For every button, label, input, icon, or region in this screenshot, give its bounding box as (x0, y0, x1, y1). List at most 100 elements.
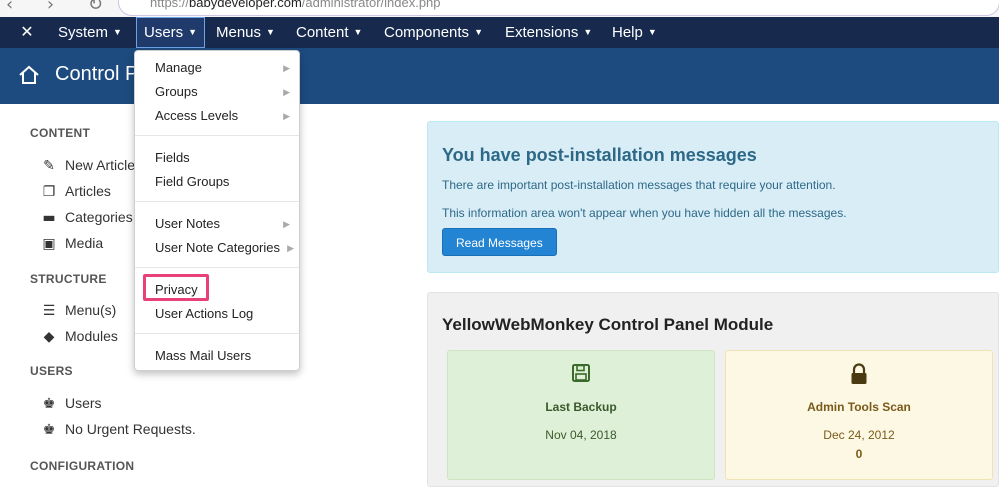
card-title: Admin Tools Scan (807, 400, 911, 414)
menu-item-label: User Note Categories (155, 240, 280, 255)
section-title-content: CONTENT (30, 126, 91, 140)
post-install-alert: You have post-installation messages Ther… (427, 121, 999, 273)
nav-menus[interactable]: Menus ▼ (216, 17, 275, 48)
sidebar-item-label: Articles (65, 183, 111, 199)
menu-divider (135, 267, 299, 268)
browser-nav-icons[interactable]: ‹ › ↻ (6, 0, 117, 15)
nav-extensions-label: Extensions (505, 24, 579, 41)
sidebar-item-label: Modules (65, 328, 118, 344)
users-dropdown-menu: Manage ▶ Groups ▶ Access Levels ▶ Fields… (134, 50, 300, 371)
read-messages-button[interactable]: Read Messages (442, 228, 557, 256)
browser-url-bar: ‹ › ↻ https://babydeveloper.com/administ… (0, 0, 999, 17)
caret-down-icon: ▼ (266, 27, 275, 37)
nav-users-label: Users (144, 24, 184, 41)
sidebar-item-modules[interactable]: ◆ Modules (40, 328, 118, 345)
menu-item-label: Access Levels (155, 108, 239, 123)
control-panel-module: YellowWebMonkey Control Panel Module Las… (427, 292, 999, 487)
menu-item-label: Fields (155, 150, 190, 165)
sidebar-item-media[interactable]: ▣ Media (40, 235, 103, 252)
sidebar-item-privacy-requests[interactable]: ♚ No Urgent Requests. (40, 421, 196, 438)
card-value: Dec 24, 2012 (823, 428, 895, 442)
menu-item-privacy[interactable]: Privacy (155, 282, 198, 297)
sidebar-item-label: New Article (65, 157, 136, 173)
menu-item-label: Manage (155, 60, 202, 75)
pencil-icon: ✎ (43, 158, 55, 174)
section-title-users: USERS (30, 364, 73, 378)
nav-components[interactable]: Components ▼ (384, 17, 483, 48)
menu-item-label: Field Groups (155, 174, 230, 189)
nav-content-label: Content (296, 24, 349, 41)
alert-line-1: There are important post-installation me… (442, 178, 836, 192)
alert-line-2: This information area won't appear when … (442, 206, 847, 220)
caret-down-icon: ▼ (188, 27, 198, 37)
url-path: /administrator/index.php (301, 0, 441, 10)
module-title: YellowWebMonkey Control Panel Module (442, 315, 774, 334)
lock-icon (726, 363, 992, 385)
menu-divider (135, 333, 299, 334)
copy-icon: ❐ (42, 184, 56, 200)
nav-help[interactable]: Help ▼ (612, 17, 657, 48)
section-title-structure: STRUCTURE (30, 272, 107, 286)
sidebar-item-articles[interactable]: ❐ Articles (40, 183, 111, 200)
folder-icon: ▬ (42, 210, 56, 226)
caret-down-icon: ▼ (647, 27, 657, 37)
menu-divider (135, 201, 299, 202)
nav-components-label: Components (384, 24, 470, 41)
sidebar-item-label: Media (65, 235, 104, 251)
nav-system-label: System (58, 24, 109, 41)
card-value: Nov 04, 2018 (545, 428, 617, 442)
floppy-disk-icon (448, 363, 714, 385)
chevron-right-icon: ▶ (283, 219, 290, 229)
sidebar-item-label: Users (65, 395, 102, 411)
nav-extensions[interactable]: Extensions ▼ (505, 17, 592, 48)
menu-item-manage[interactable]: Manage (155, 60, 202, 75)
image-icon: ▣ (42, 236, 56, 252)
nav-menus-label: Menus (216, 24, 262, 41)
sidebar-item-menus[interactable]: ☰ Menu(s) (40, 302, 117, 319)
menu-item-label: Groups (155, 84, 198, 99)
sidebar-item-users[interactable]: ♚ Users (40, 395, 102, 412)
card-count: 0 (855, 447, 863, 461)
sidebar-item-new-article[interactable]: ✎ New Article (40, 157, 135, 174)
nav-users[interactable]: Users ▼ (136, 17, 206, 48)
menu-item-label: Mass Mail Users (155, 348, 252, 363)
menu-item-mass-mail-users[interactable]: Mass Mail Users (155, 348, 251, 363)
alert-heading: You have post-installation messages (442, 145, 757, 165)
top-navbar: ✕ System ▼ Users ▼ Menus ▼ Content ▼ Compone… (0, 17, 999, 48)
menu-item-fields[interactable]: Fields (155, 150, 190, 165)
nav-help-label: Help (612, 24, 643, 41)
chevron-right-icon: ▶ (287, 243, 294, 253)
sidebar-item-label: No Urgent Requests. (65, 421, 196, 437)
chevron-right-icon: ▶ (283, 111, 290, 121)
caret-down-icon: ▼ (113, 27, 122, 37)
caret-down-icon: ▼ (583, 27, 593, 37)
joomla-icon[interactable]: ✕ (18, 23, 36, 41)
menu-item-label: User Notes (155, 216, 221, 231)
nav-content[interactable]: Content ▼ (296, 17, 362, 48)
users-icon: ♚ (42, 422, 56, 438)
menu-item-user-actions-log[interactable]: User Actions Log (155, 306, 253, 321)
sidebar-item-label: Menu(s) (65, 302, 117, 318)
nav-system[interactable]: System ▼ (58, 17, 122, 48)
menu-item-access-levels[interactable]: Access Levels (155, 108, 238, 123)
menu-item-label: Privacy (155, 282, 198, 297)
menu-item-user-notes[interactable]: User Notes (155, 216, 220, 231)
menu-item-groups[interactable]: Groups (155, 84, 198, 99)
last-backup-card[interactable]: Last Backup Nov 04, 2018 (447, 350, 715, 480)
chevron-right-icon: ▶ (283, 63, 290, 73)
admin-tools-scan-card[interactable]: Admin Tools Scan Dec 24, 2012 0 (725, 350, 993, 480)
caret-down-icon: ▼ (353, 27, 363, 37)
section-title-configuration: CONFIGURATION (30, 459, 135, 473)
list-icon: ☰ (42, 303, 56, 319)
url-domain: babydeveloper.com (189, 0, 302, 10)
url-prefix: https:// (150, 0, 190, 10)
menu-item-user-note-categories[interactable]: User Note Categories (155, 240, 280, 255)
chevron-right-icon: ▶ (283, 87, 290, 97)
menu-item-field-groups[interactable]: Field Groups (155, 174, 229, 189)
cube-icon: ◆ (43, 329, 55, 345)
menu-divider (135, 135, 299, 136)
url-text[interactable]: https://babydeveloper.com/administrator/… (150, 0, 441, 10)
sidebar-item-categories[interactable]: ▬ Categories (40, 209, 133, 226)
caret-down-icon: ▼ (474, 27, 483, 37)
sidebar-item-label: Categories (65, 209, 133, 225)
